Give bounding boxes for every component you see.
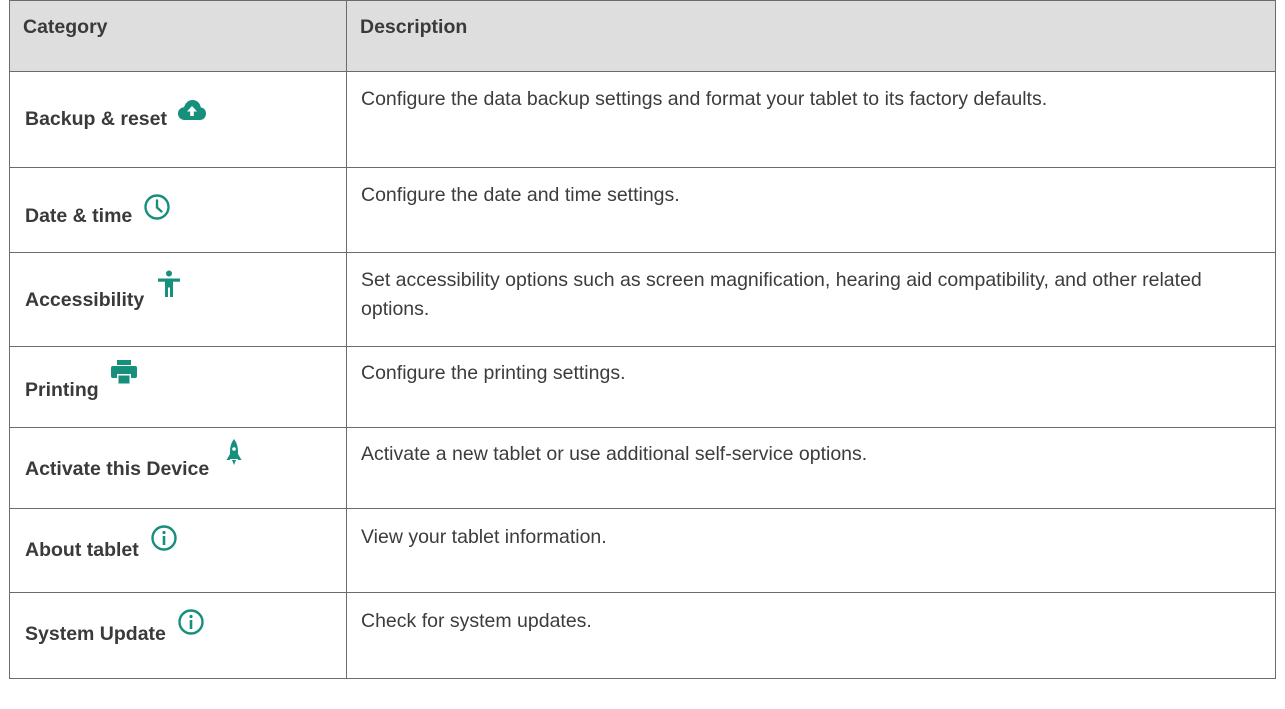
description-text: Set accessibility options such as screen… xyxy=(361,269,1202,320)
category-cell: Activate this Device xyxy=(9,427,347,509)
description-cell: Activate a new tablet or use additional … xyxy=(346,427,1276,509)
description-text: View your tablet information. xyxy=(361,526,607,548)
table-row: About tablet View your tablet informatio… xyxy=(9,508,1276,593)
clock-icon xyxy=(142,192,172,222)
description-text: Configure the printing settings. xyxy=(361,362,626,384)
rocket-icon xyxy=(219,438,249,468)
info-icon xyxy=(149,523,179,553)
table-row: Date & time Configure the date and time … xyxy=(9,167,1276,253)
table-row: Backup & reset Configure the data backup… xyxy=(9,71,1276,168)
description-text: Configure the data backup settings and f… xyxy=(361,88,1048,110)
category-cell: Backup & reset xyxy=(9,71,347,168)
description-text: Configure the date and time settings. xyxy=(361,184,680,206)
header-category: Category xyxy=(9,0,347,72)
description-cell: Configure the data backup settings and f… xyxy=(346,71,1276,168)
accessibility-person-icon xyxy=(154,269,184,299)
description-cell: Check for system updates. xyxy=(346,592,1276,679)
category-cell: Date & time xyxy=(9,167,347,253)
table-row: System Update Check for system updates. xyxy=(9,592,1276,679)
category-cell: About tablet xyxy=(9,508,347,593)
category-label: Activate this Device xyxy=(25,458,210,480)
printer-icon xyxy=(109,357,139,387)
cloud-upload-icon xyxy=(177,96,207,126)
description-text: Check for system updates. xyxy=(361,610,592,632)
category-cell: Accessibility xyxy=(9,252,347,347)
category-label: Accessibility xyxy=(25,289,145,311)
description-cell: Configure the date and time settings. xyxy=(346,167,1276,253)
description-text: Activate a new tablet or use additional … xyxy=(361,443,868,465)
settings-categories-table: Category Description Backup & reset Conf… xyxy=(9,0,1276,679)
description-cell: Set accessibility options such as screen… xyxy=(346,252,1276,347)
category-label: Backup & reset xyxy=(25,108,167,130)
category-label: System Update xyxy=(25,623,166,645)
table-row: Accessibility Set accessibility options … xyxy=(9,252,1276,347)
category-label: About tablet xyxy=(25,539,139,561)
header-description: Description xyxy=(346,0,1276,72)
category-label: Date & time xyxy=(25,205,133,227)
table-header-row: Category Description xyxy=(9,0,1276,72)
description-cell: Configure the printing settings. xyxy=(346,346,1276,428)
table-row: Activate this Device Activate a new tabl… xyxy=(9,427,1276,509)
category-label: Printing xyxy=(25,379,99,401)
category-cell: System Update xyxy=(9,592,347,679)
table-row: Printing Configure the printing settings… xyxy=(9,346,1276,428)
info-icon xyxy=(176,607,206,637)
description-cell: View your tablet information. xyxy=(346,508,1276,593)
category-cell: Printing xyxy=(9,346,347,428)
